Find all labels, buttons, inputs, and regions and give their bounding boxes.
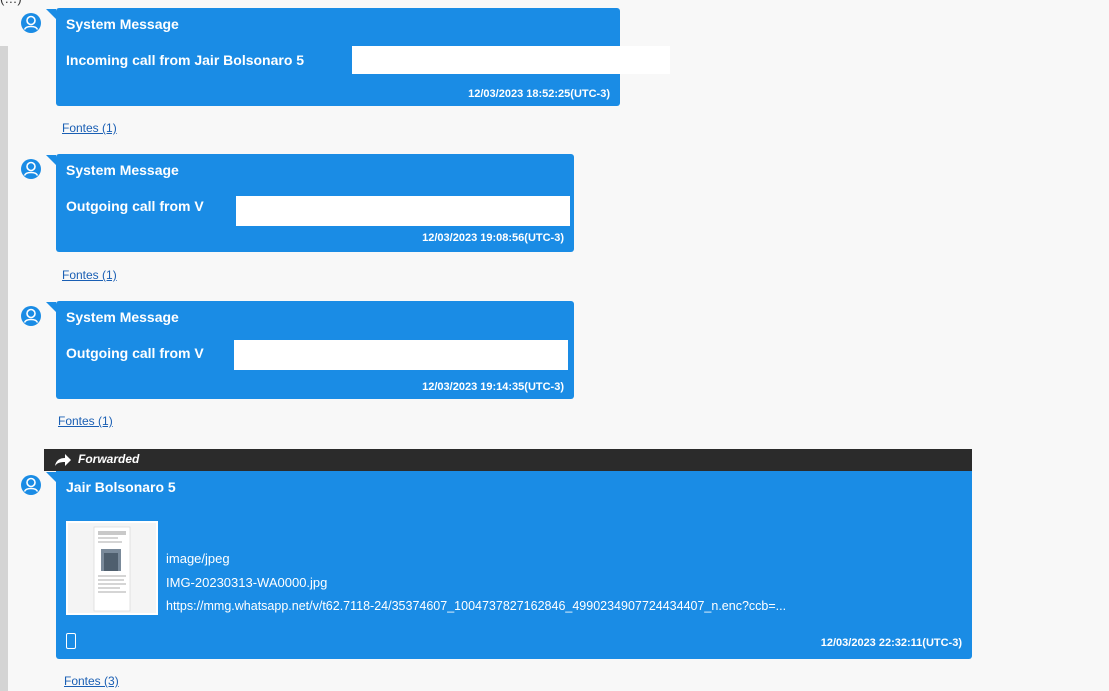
message-bubble: Jair Bolsonaro 5 image/jpeg IMG-20230313… [56,471,972,659]
message-timestamp: 12/03/2023 19:14:35(UTC-3) [422,381,564,393]
forwarded-header: Forwarded [44,449,972,471]
sources-link[interactable]: Fontes (1) [62,268,117,282]
message-sender: System Message [66,162,179,178]
message-sender: Jair Bolsonaro 5 [66,479,176,495]
user-avatar-icon [21,475,41,495]
redaction-box [352,46,670,74]
user-avatar-icon [21,306,41,326]
image-thumbnail-preview [68,523,156,613]
sources-link[interactable]: Fontes (1) [62,121,117,135]
redaction-box [236,196,570,226]
message-timestamp: 12/03/2023 22:32:11(UTC-3) [820,637,962,649]
bubble-tail [46,472,56,482]
message-sender: System Message [66,16,179,32]
sources-link[interactable]: Fontes (1) [58,414,113,428]
forward-arrow-icon [55,454,71,466]
user-avatar-icon [21,13,41,33]
attachment-mime-type: image/jpeg [166,551,230,566]
bubble-tail [46,155,56,165]
message-bubble: System Message Outgoing call from V 12/0… [56,301,574,399]
top-cropped-text: (…) [0,0,22,6]
message-text: Outgoing call from V [66,198,204,214]
left-panel-edge [0,46,8,691]
bubble-tail [46,302,56,312]
message-timestamp: 12/03/2023 19:08:56(UTC-3) [422,232,564,244]
chat-transcript: (…) System Message Incoming call from Ja… [0,0,1109,691]
bubble-tail [46,9,56,19]
message-bubble: System Message Outgoing call from V 12/0… [56,154,574,252]
image-thumbnail[interactable] [66,521,158,615]
attachment-url[interactable]: https://mmg.whatsapp.net/v/t62.7118-24/3… [166,599,786,613]
user-avatar-icon [21,159,41,179]
attachment-file-name: IMG-20230313-WA0000.jpg [166,575,328,590]
message-text: Outgoing call from V [66,345,204,361]
message-bubble: System Message Incoming call from Jair B… [56,8,670,106]
message-timestamp: 12/03/2023 18:52:25(UTC-3) [468,88,610,100]
phone-device-icon [66,633,76,649]
redaction-box [234,340,568,370]
sources-link[interactable]: Fontes (3) [64,674,119,688]
message-text: Incoming call from Jair Bolsonaro 5 [66,52,305,68]
message-sender: System Message [66,309,179,325]
forwarded-label: Forwarded [78,452,140,466]
